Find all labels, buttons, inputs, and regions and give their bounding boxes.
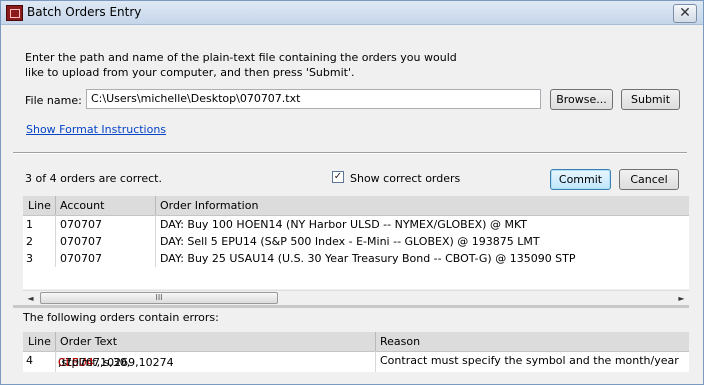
format-instructions-link[interactable]: Show Format Instructions bbox=[26, 123, 166, 136]
instructions-text: Enter the path and name of the plain-tex… bbox=[25, 51, 457, 79]
file-name-label: File name: bbox=[25, 94, 82, 107]
row-line: 2 bbox=[26, 235, 33, 248]
section-divider bbox=[13, 152, 687, 154]
row-order-info: DAY: Buy 25 USAU14 (U.S. 30 Year Treasur… bbox=[160, 252, 576, 265]
title-bar: Batch Orders Entry ✕ bbox=[1, 1, 703, 25]
show-correct-label[interactable]: Show correct orders bbox=[350, 172, 460, 185]
correct-orders-table: Line Account Order Information 1 070707 … bbox=[23, 196, 689, 289]
errors-label: The following orders contain errors: bbox=[23, 311, 219, 324]
grip-icon: III bbox=[155, 293, 163, 302]
batch-orders-window: Batch Orders Entry ✕ Enter the path and … bbox=[0, 0, 704, 385]
row-order-info: DAY: Sell 5 EPU14 (S&P 500 Index - E-Min… bbox=[160, 235, 540, 248]
app-icon bbox=[6, 5, 23, 21]
table-row[interactable]: 3 070707 DAY: Buy 25 USAU14 (U.S. 30 Yea… bbox=[23, 250, 689, 267]
order-text-after: ,stplmt,10269,10274 bbox=[58, 356, 174, 369]
column-header-reason[interactable]: Reason bbox=[380, 335, 420, 348]
submit-button[interactable]: Submit bbox=[621, 89, 680, 110]
row-order-info: DAY: Buy 100 HOEN14 (NY Harbor ULSD -- N… bbox=[160, 218, 528, 231]
browse-button[interactable]: Browse... bbox=[550, 89, 613, 110]
scrollbar-thumb[interactable]: III bbox=[40, 292, 278, 304]
column-header-order-text[interactable]: Order Text bbox=[60, 335, 117, 348]
splitter[interactable] bbox=[13, 305, 689, 308]
row-account: 070707 bbox=[60, 235, 102, 248]
table-row[interactable]: 1 070707 DAY: Buy 100 HOEN14 (NY Harbor … bbox=[23, 216, 689, 233]
correct-count-text: 3 of 4 orders are correct. bbox=[25, 172, 162, 185]
arrow-left-icon[interactable]: ◄ bbox=[23, 291, 38, 306]
close-button[interactable]: ✕ bbox=[673, 4, 697, 23]
window-title: Batch Orders Entry bbox=[27, 5, 142, 19]
row-line: 1 bbox=[26, 218, 33, 231]
column-header-line[interactable]: Line bbox=[28, 199, 51, 212]
error-orders-table: Line Order Text Reason 4 070707,s,30, CLE… bbox=[23, 332, 689, 372]
row-reason: Contract must specify the symbol and the… bbox=[380, 354, 679, 367]
table-row[interactable]: 2 070707 DAY: Sell 5 EPU14 (S&P 500 Inde… bbox=[23, 233, 689, 250]
file-path-input[interactable]: C:\Users\michelle\Desktop\070707.txt bbox=[86, 89, 541, 109]
arrow-right-icon[interactable]: ► bbox=[674, 291, 689, 306]
column-header-line[interactable]: Line bbox=[28, 335, 51, 348]
row-line: 3 bbox=[26, 252, 33, 265]
horizontal-scrollbar[interactable]: ◄ III ► bbox=[23, 290, 689, 306]
row-line: 4 bbox=[26, 354, 33, 367]
show-correct-checkbox[interactable]: ✓ bbox=[332, 171, 344, 183]
table-header: Line Order Text Reason bbox=[23, 332, 689, 352]
row-account: 070707 bbox=[60, 218, 102, 231]
row-account: 070707 bbox=[60, 252, 102, 265]
close-icon: ✕ bbox=[679, 5, 691, 21]
table-row[interactable]: 4 070707,s,30, CLEU4 ,stplmt,10269,10274 C… bbox=[23, 352, 689, 369]
check-icon: ✓ bbox=[333, 171, 343, 182]
table-header: Line Account Order Information bbox=[23, 196, 689, 216]
commit-button[interactable]: Commit bbox=[550, 169, 611, 190]
cancel-button[interactable]: Cancel bbox=[619, 169, 679, 190]
column-header-order-info[interactable]: Order Information bbox=[160, 199, 258, 212]
column-header-account[interactable]: Account bbox=[60, 199, 104, 212]
